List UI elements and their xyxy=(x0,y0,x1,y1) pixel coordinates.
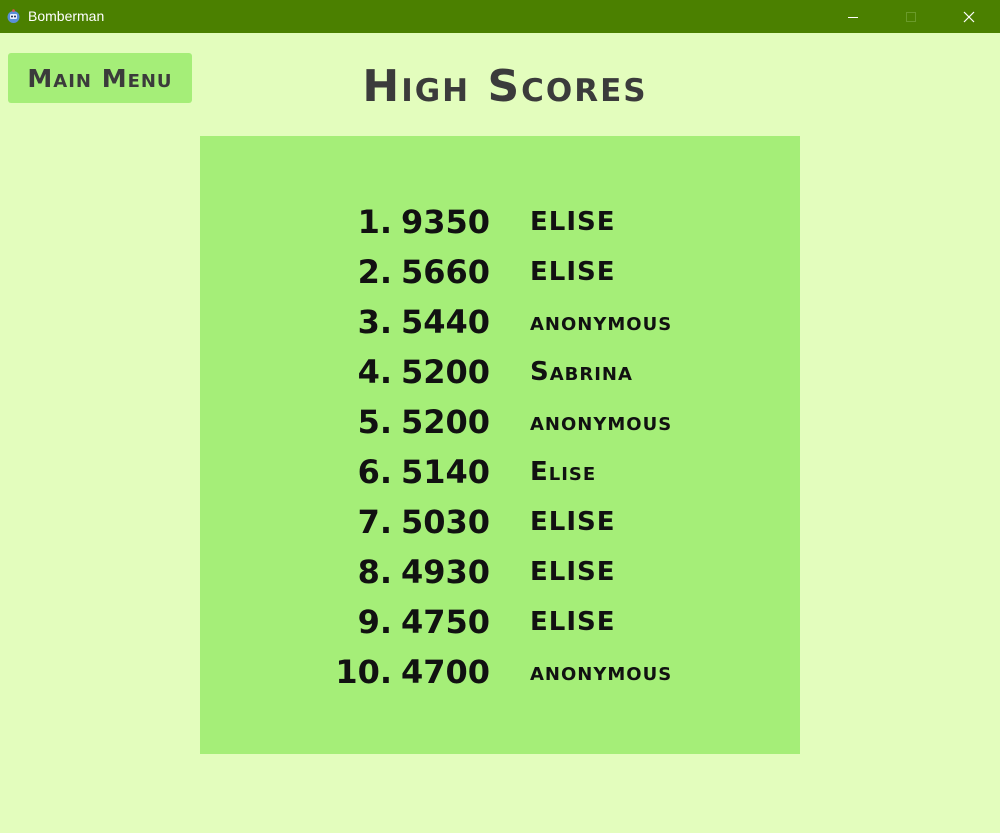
maximize-icon xyxy=(906,11,916,22)
score-row: 10. 4700 anonymous xyxy=(200,650,800,694)
score-rank: 2. xyxy=(357,253,392,291)
score-value: 9350 xyxy=(401,203,491,241)
score-value: 4750 xyxy=(401,603,491,641)
score-value: 5200 xyxy=(401,353,491,391)
score-row: 1. 9350 ELISE xyxy=(200,200,800,244)
score-value: 5200 xyxy=(401,403,491,441)
score-row: 7. 5030 ELISE xyxy=(200,500,800,544)
score-row: 3. 5440 anonymous xyxy=(200,300,800,344)
score-rank: 5. xyxy=(357,403,392,441)
score-row: 8. 4930 ELISE xyxy=(200,550,800,594)
score-value: 5660 xyxy=(401,253,491,291)
score-row: 6. 5140 Elise xyxy=(200,450,800,494)
score-rank: 4. xyxy=(357,353,392,391)
score-row: 9. 4750 ELISE xyxy=(200,600,800,644)
maximize-button[interactable] xyxy=(882,0,940,33)
close-icon xyxy=(963,11,975,22)
minimize-icon xyxy=(848,16,858,18)
high-scores-panel: 1. 9350 ELISE 2. 5660 ELISE 3. 5440 anon… xyxy=(200,136,800,754)
main-menu-label: Main Menu xyxy=(27,63,173,93)
score-rank: 10. xyxy=(335,653,392,691)
main-menu-button[interactable]: Main Menu xyxy=(8,53,192,103)
player-name: ELISE xyxy=(530,207,616,237)
score-value: 5440 xyxy=(401,303,491,341)
minimize-button[interactable] xyxy=(824,0,882,33)
score-rank: 1. xyxy=(357,203,392,241)
score-rank: 6. xyxy=(357,453,392,491)
player-name: ELISE xyxy=(530,607,616,637)
score-value: 5140 xyxy=(401,453,491,491)
score-value: 4700 xyxy=(401,653,491,691)
score-rank: 8. xyxy=(357,553,392,591)
score-row: 4. 5200 Sabrina xyxy=(200,350,800,394)
player-name: anonymous xyxy=(530,657,673,687)
player-name: ELISE xyxy=(530,257,616,287)
score-value: 5030 xyxy=(401,503,491,541)
score-rank: 7. xyxy=(357,503,392,541)
player-name: Sabrina xyxy=(530,357,633,387)
title-bar: Bomberman xyxy=(0,0,1000,33)
page-title: High Scores xyxy=(362,61,648,112)
player-name: anonymous xyxy=(530,407,673,437)
player-name: Elise xyxy=(530,457,597,487)
player-name: ELISE xyxy=(530,557,616,587)
bomberman-app-icon xyxy=(7,9,20,23)
score-rank: 3. xyxy=(357,303,392,341)
score-value: 4930 xyxy=(401,553,491,591)
player-name: ELISE xyxy=(530,507,616,537)
close-button[interactable] xyxy=(940,0,998,33)
player-name: anonymous xyxy=(530,307,673,337)
score-row: 5. 5200 anonymous xyxy=(200,400,800,444)
score-rank: 9. xyxy=(357,603,392,641)
window-title: Bomberman xyxy=(28,8,105,24)
score-row: 2. 5660 ELISE xyxy=(200,250,800,294)
